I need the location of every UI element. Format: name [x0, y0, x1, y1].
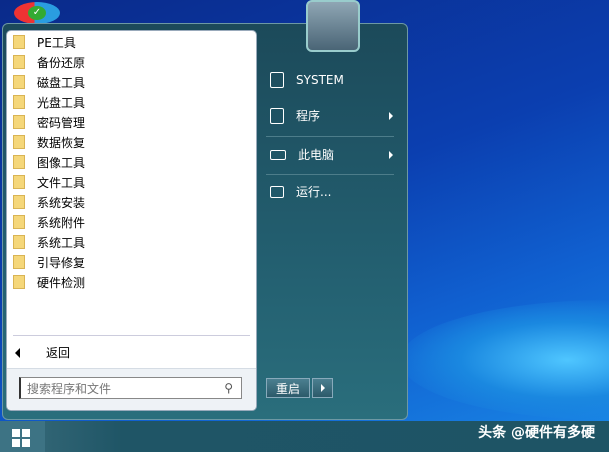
search-input[interactable]: 搜索程序和文件 ⚲ [19, 377, 242, 399]
user-item[interactable]: SYSTEM [270, 72, 395, 88]
program-label: 数据恢复 [37, 135, 86, 150]
program-folder-item[interactable]: 引导修复 [7, 252, 256, 272]
program-label: 系统附件 [37, 215, 86, 230]
back-label: 返回 [46, 346, 71, 360]
search-placeholder: 搜索程序和文件 [27, 381, 112, 396]
program-folder-item[interactable]: 硬件检测 [7, 272, 256, 292]
program-label: PE工具 [37, 35, 76, 50]
user-label: SYSTEM [296, 73, 344, 87]
restart-button[interactable]: 重启 [266, 378, 310, 398]
wallpaper-swoosh [400, 300, 609, 420]
program-folder-item[interactable]: 图像工具 [7, 152, 256, 172]
program-label: 文件工具 [37, 175, 86, 190]
computer-item[interactable]: 此电脑 [270, 146, 395, 163]
program-folder-item[interactable]: 系统工具 [7, 232, 256, 252]
folder-icon [13, 135, 25, 149]
chevron-right-icon [389, 150, 393, 159]
folder-icon [13, 175, 25, 189]
folder-icon [13, 35, 25, 49]
back-arrow-icon [15, 347, 20, 358]
programs-item[interactable]: 程序 [270, 107, 395, 124]
program-label: 系统安装 [37, 195, 86, 210]
computer-label: 此电脑 [298, 148, 335, 162]
folder-icon [13, 195, 25, 209]
folder-icon [13, 235, 25, 249]
run-icon [270, 185, 284, 198]
folder-icon [13, 275, 25, 289]
restart-label: 重启 [275, 381, 300, 396]
program-folder-item[interactable]: 文件工具 [7, 172, 256, 192]
folder-icon [13, 95, 25, 109]
program-folder-item[interactable]: 系统安装 [7, 192, 256, 212]
program-label: 硬件检测 [37, 275, 86, 290]
program-label: 图像工具 [37, 155, 86, 170]
program-folder-item[interactable]: 系统附件 [7, 212, 256, 232]
start-button[interactable] [0, 421, 45, 452]
watermark: 头条 @硬件有多硬 [478, 425, 595, 441]
folder-icon [13, 215, 25, 229]
search-icon[interactable]: ⚲ [224, 381, 233, 395]
user-avatar[interactable] [306, 0, 360, 52]
desktop-app-icon[interactable]: ✓ [14, 2, 60, 24]
document-icon [270, 107, 284, 124]
shutdown-options-button[interactable] [312, 378, 333, 398]
user-icon [270, 72, 284, 88]
program-folder-item[interactable]: 密码管理 [7, 112, 256, 132]
program-folder-item[interactable]: 数据恢复 [7, 132, 256, 152]
program-label: 密码管理 [37, 115, 86, 130]
chevron-right-icon [320, 384, 325, 392]
program-label: 系统工具 [37, 235, 86, 250]
back-button[interactable]: 返回 [15, 344, 70, 361]
program-folder-item[interactable]: 备份还原 [7, 52, 256, 72]
program-folder-item[interactable]: 光盘工具 [7, 92, 256, 112]
programs-label: 程序 [296, 109, 321, 123]
run-label: 运行... [296, 185, 332, 199]
run-item[interactable]: 运行... [270, 183, 395, 200]
program-label: 引导修复 [37, 255, 86, 270]
program-label: 磁盘工具 [37, 75, 86, 90]
divider [266, 174, 394, 175]
folder-icon [13, 255, 25, 269]
divider [266, 136, 394, 137]
folder-icon [13, 115, 25, 129]
program-folder-item[interactable]: 磁盘工具 [7, 72, 256, 92]
folder-icon [13, 75, 25, 89]
chevron-right-icon [389, 111, 393, 120]
program-label: 备份还原 [37, 55, 86, 70]
program-folder-item[interactable]: PE工具 [7, 32, 256, 52]
divider [13, 335, 250, 336]
program-label: 光盘工具 [37, 95, 86, 110]
folder-icon [13, 55, 25, 69]
programs-panel: PE工具备份还原磁盘工具光盘工具密码管理数据恢复图像工具文件工具系统安装系统附件… [6, 30, 257, 411]
folder-icon [13, 155, 25, 169]
computer-icon [270, 149, 286, 160]
